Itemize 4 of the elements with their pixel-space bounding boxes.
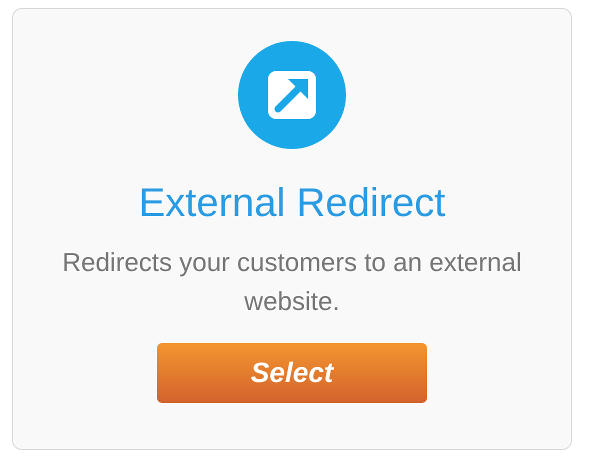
external-link-icon xyxy=(238,41,346,149)
card-title: External Redirect xyxy=(138,180,446,227)
select-button[interactable]: Select xyxy=(157,343,427,403)
card-description: Redirects your customers to an external website. xyxy=(61,246,523,318)
